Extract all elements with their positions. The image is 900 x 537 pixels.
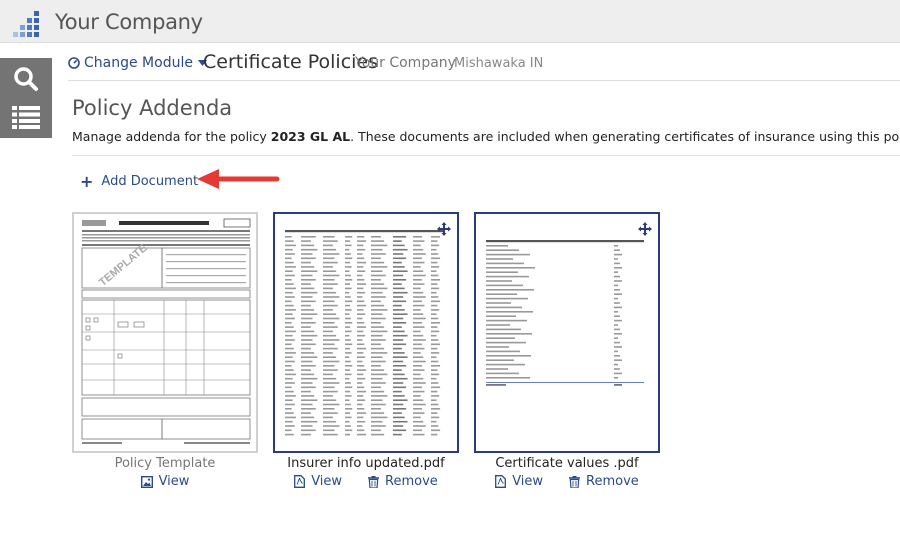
page-title: Policy Addenda <box>72 96 233 120</box>
change-module-dropdown[interactable]: Change Module <box>68 55 207 71</box>
document-thumbnail[interactable] <box>273 212 459 453</box>
divider <box>72 155 900 156</box>
view-button[interactable]: View <box>294 474 342 489</box>
svg-text:TEMPLATE: TEMPLATE <box>97 242 150 289</box>
image-icon <box>140 475 153 488</box>
desc-suffix: . These documents are included when gene… <box>350 129 900 144</box>
pdf-file-icon <box>495 475 507 488</box>
document-card-policy-template: TEMPLATE Policy Template View <box>72 212 258 489</box>
add-document-button[interactable]: + Add Document <box>80 172 198 191</box>
view-button[interactable]: View <box>495 474 543 489</box>
document-name: Policy Template <box>114 456 216 471</box>
annotation-arrow-icon <box>197 169 280 189</box>
add-document-label: Add Document <box>101 174 199 189</box>
module-company: Your Company <box>355 55 456 71</box>
spreadsheet-preview <box>486 240 644 386</box>
change-module-label: Change Module <box>84 55 193 71</box>
document-actions: View <box>72 474 258 489</box>
pdf-file-icon <box>294 475 306 488</box>
list-button[interactable] <box>0 98 52 136</box>
document-actions: View Remove <box>474 474 660 489</box>
view-button[interactable]: View <box>140 474 190 489</box>
document-thumbnail[interactable]: TEMPLATE <box>72 212 258 453</box>
desc-prefix: Manage addenda for the policy <box>72 129 271 144</box>
search-button[interactable] <box>0 60 52 98</box>
page-description: Manage addenda for the policy 2023 GL AL… <box>72 129 900 144</box>
view-label: View <box>311 474 343 489</box>
search-icon <box>14 67 38 91</box>
move-icon[interactable] <box>437 222 451 236</box>
top-bar: Your Company <box>0 0 900 43</box>
remove-label: Remove <box>385 474 438 489</box>
app-title: Your Company <box>55 10 203 34</box>
left-rail <box>0 58 52 138</box>
remove-button[interactable]: Remove <box>569 474 639 489</box>
view-label: View <box>158 474 190 489</box>
remove-label: Remove <box>586 474 639 489</box>
document-thumbnail[interactable] <box>474 212 660 453</box>
module-location: Mishawaka IN <box>454 56 544 71</box>
document-actions: View Remove <box>273 474 459 489</box>
dashboard-gauge-icon <box>68 57 80 69</box>
spreadsheet-preview <box>285 230 443 436</box>
document-card-certificate-values: Certificate values .pdf View Remove <box>474 212 660 489</box>
policy-name: 2023 GL AL <box>270 129 351 144</box>
plus-icon: + <box>80 172 94 191</box>
view-label: View <box>512 474 544 489</box>
document-name: Certificate values .pdf <box>495 456 639 471</box>
move-icon[interactable] <box>638 222 652 236</box>
company-logo-icon <box>13 11 39 37</box>
module-header: Change Module Certificate Policies Your … <box>68 50 900 81</box>
list-icon <box>12 106 40 129</box>
document-name: Insurer info updated.pdf <box>287 456 445 471</box>
trash-icon <box>368 475 380 488</box>
acord-form-preview: TEMPLATE <box>81 218 251 444</box>
trash-icon <box>569 475 581 488</box>
module-title: Certificate Policies <box>203 51 379 73</box>
remove-button[interactable]: Remove <box>368 474 438 489</box>
document-card-insurer-info: Insurer info updated.pdf View Remove <box>273 212 459 489</box>
